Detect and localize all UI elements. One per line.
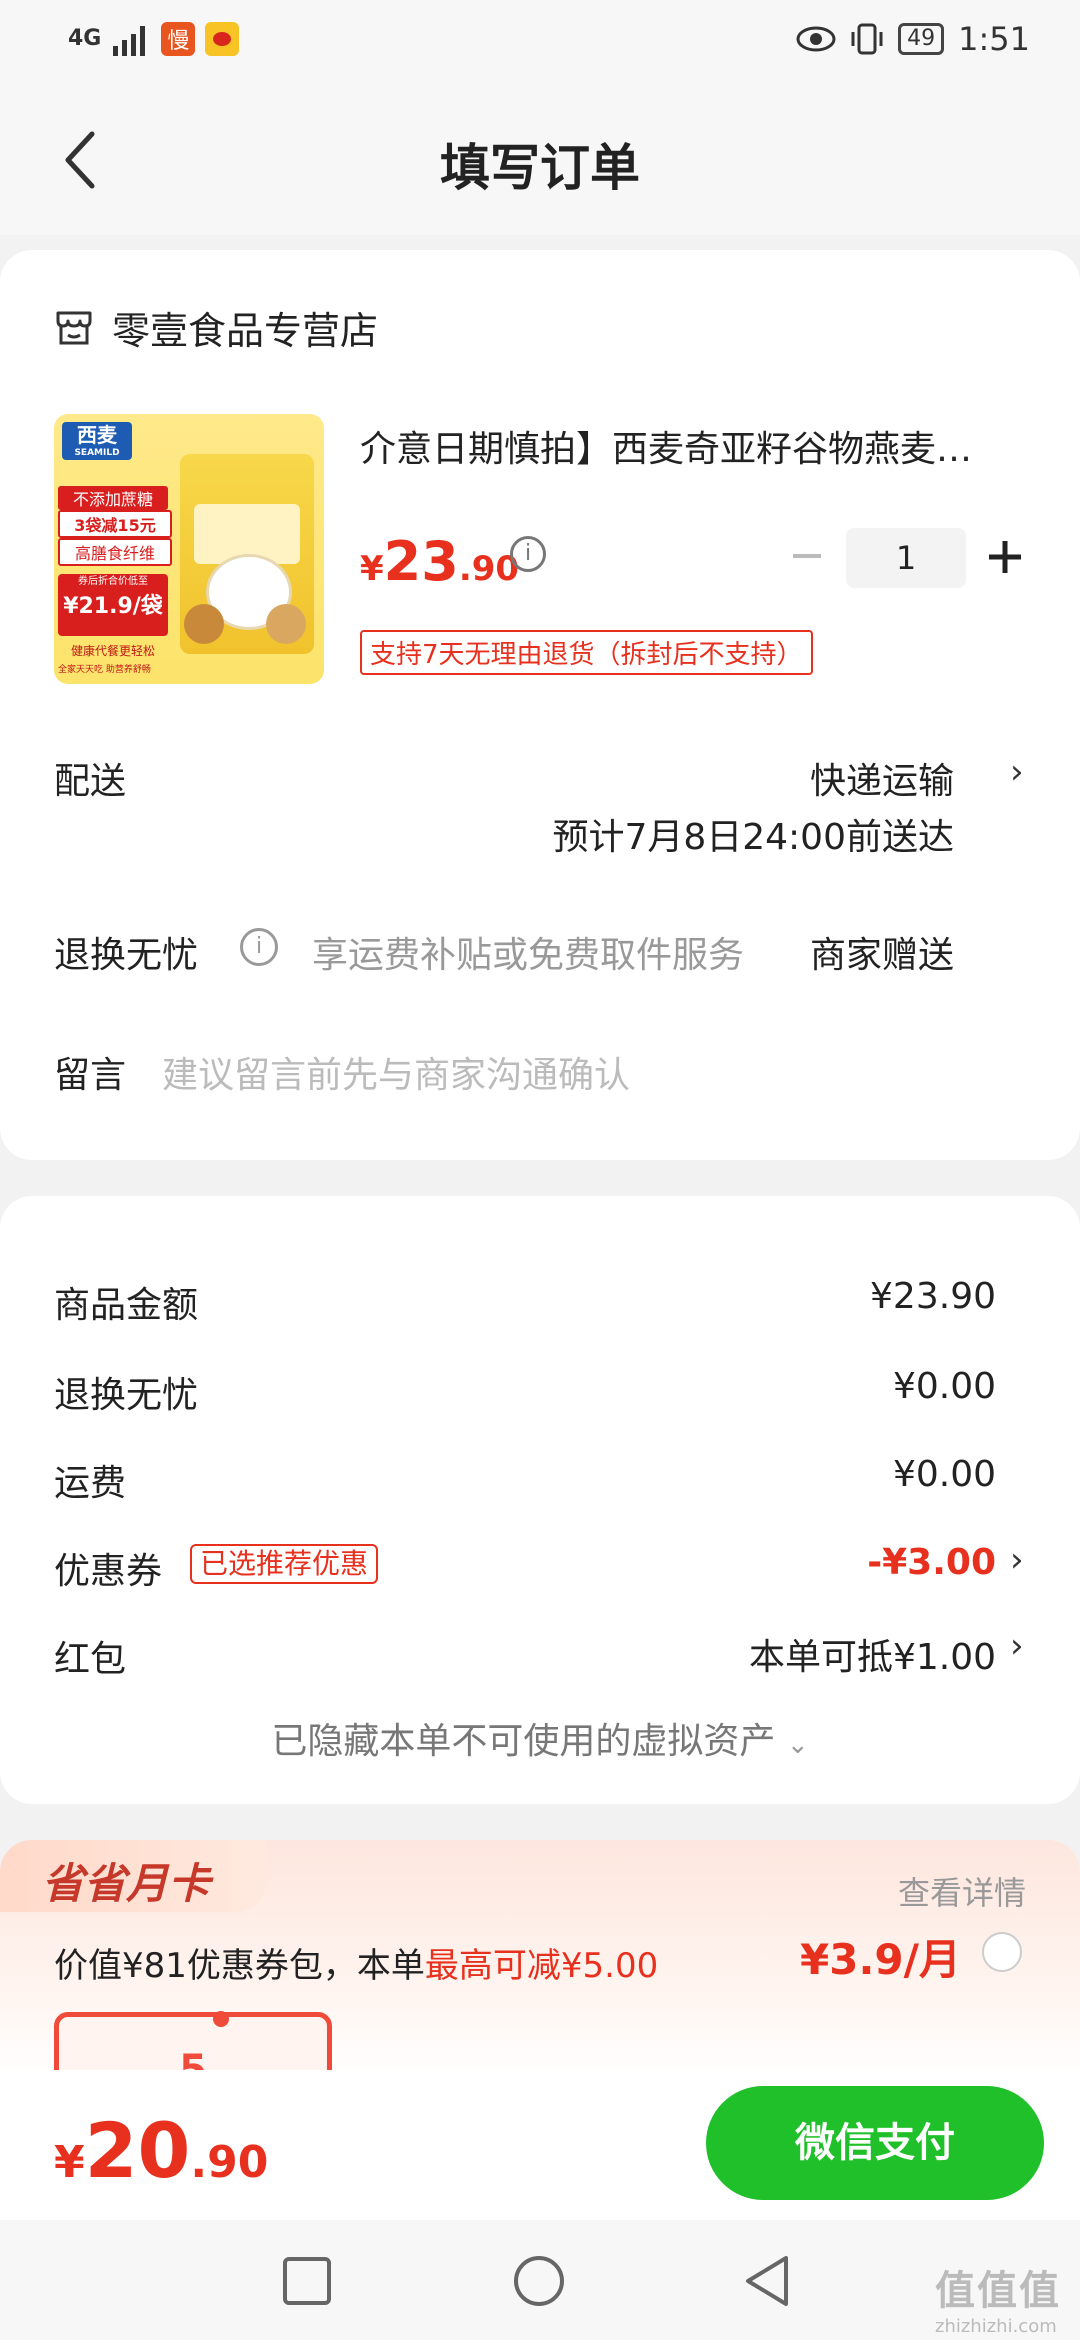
watermark-text: 值值值: [935, 2268, 1061, 2314]
price-symbol: ¥: [360, 549, 384, 589]
worry-free-desc: 享运费补贴或免费取件服务: [312, 935, 745, 976]
order-item-card: [0, 250, 1080, 1160]
thumb-footer: 全家天天吃 助营养舒畅: [58, 665, 151, 675]
decrease-quantity-button[interactable]: [790, 540, 824, 572]
brand-badge: 西麦 SEAMILD: [62, 422, 132, 460]
shipping-fee-value: ¥0.00: [892, 1454, 996, 1495]
total-integer: 20: [84, 2106, 191, 2195]
thumb-tag: 3袋减15元: [58, 510, 172, 538]
package-illustration: [180, 454, 314, 654]
thumb-tag: 不添加蔗糖: [58, 486, 168, 510]
price-info-icon[interactable]: i: [510, 536, 546, 572]
worry-free-value: 商家赠送: [809, 935, 954, 976]
hidden-assets-toggle[interactable]: 已隐藏本单不可使用的虚拟资产 ⌄: [0, 1712, 1080, 1764]
delivery-label: 配送: [54, 761, 127, 802]
message-label: 留言: [54, 1055, 127, 1096]
product-title[interactable]: 介意日期慎拍】西麦奇亚籽谷物燕麦…: [360, 420, 1040, 472]
price-integer: 23: [383, 530, 459, 593]
store-header[interactable]: 零壹食品专营店: [54, 300, 378, 355]
monthly-card-highlight: 最高可减¥5.00: [424, 1946, 659, 1986]
watermark-url: zhizhizhi.com: [935, 2316, 1057, 2337]
thumb-price: ¥21.9/袋: [63, 594, 163, 619]
message-input[interactable]: 建议留言前先与商家沟通确认: [162, 1046, 630, 1098]
coupon-selected-tag: 已选推荐优惠: [190, 1544, 379, 1584]
monthly-card-radio[interactable]: [982, 1932, 1022, 1972]
worry-free-fee-value: ¥0.00: [892, 1366, 996, 1407]
home-icon[interactable]: [512, 2254, 566, 2308]
monthly-card-desc-text: 价值¥81优惠券包，本单: [54, 1946, 425, 1986]
status-right: 49 1:51: [796, 20, 1030, 58]
recents-icon[interactable]: [282, 2256, 332, 2306]
store-name: 零壹食品专营店: [112, 309, 379, 353]
clock: 1:51: [958, 20, 1030, 58]
chevron-right-icon[interactable]: ›: [1010, 752, 1024, 792]
hidden-assets-text: 已隐藏本单不可使用的虚拟资产: [271, 1721, 776, 1762]
battery-indicator: 49: [898, 23, 945, 55]
signal-indicator: 4G: [68, 26, 102, 51]
wechat-pay-button[interactable]: 微信支付: [706, 2086, 1044, 2200]
chevron-down-icon: ⌄: [786, 1730, 809, 1760]
shipping-fee-label: 运费: [54, 1463, 127, 1504]
delivery-eta: 预计7月8日24:00前送达: [552, 817, 954, 858]
weibo-notification-icon: [205, 22, 240, 56]
chevron-right-icon[interactable]: ›: [1010, 1626, 1024, 1666]
delivery-method[interactable]: 快递运输: [810, 752, 954, 804]
red-packet-value[interactable]: 本单可抵¥1.00: [749, 1628, 996, 1680]
total-symbol: ¥: [54, 2137, 85, 2188]
coupon-label: 优惠券: [54, 1551, 163, 1592]
back-nav-icon[interactable]: [742, 2254, 792, 2308]
thumb-price-caption: 券后折合价低至: [78, 576, 148, 587]
app-notification-icon: 慢: [161, 22, 196, 56]
thumb-tag: 高膳食纤维: [58, 538, 172, 566]
store-icon: [56, 311, 92, 344]
goods-amount-value: ¥23.90: [870, 1276, 996, 1317]
status-left: 4G 慢: [68, 22, 240, 56]
chevron-right-icon[interactable]: ›: [1010, 1540, 1024, 1580]
monthly-card-logo: 省省月卡: [0, 1840, 266, 1912]
total-decimal: .90: [190, 2137, 269, 2188]
return-policy-badge: 支持7天无理由退货（拆封后不支持）: [360, 630, 813, 675]
coupon-value[interactable]: -¥3.00: [867, 1542, 996, 1583]
watermark: 值值值 zhizhizhi.com: [935, 2258, 1061, 2337]
increase-quantity-button[interactable]: [986, 538, 1024, 576]
thumb-price-badge: 券后折合价低至 ¥21.9/袋: [58, 574, 168, 636]
signal-bars-icon: [113, 26, 146, 56]
total-price: ¥ 20 .90: [54, 2106, 268, 2195]
vibrate-icon: [851, 23, 883, 55]
eye-icon: [796, 26, 836, 52]
page-title: 填写订单: [440, 139, 640, 197]
product-image[interactable]: 西麦 SEAMILD 不添加蔗糖 3袋减15元 高膳食纤维 券后折合价低至 ¥2…: [54, 414, 324, 684]
red-packet-label: 红包: [54, 1639, 127, 1680]
monthly-card-desc: 价值¥81优惠券包，本单最高可减¥5.00: [54, 1938, 658, 1987]
quantity-stepper[interactable]: 1: [846, 528, 966, 588]
monthly-card-price: ¥3.9/月: [800, 1935, 961, 1984]
worry-free-label: 退换无忧: [54, 935, 199, 976]
thumb-brand-en: SEAMILD: [74, 448, 120, 458]
info-icon[interactable]: i: [240, 928, 278, 966]
goods-amount-label: 商品金额: [54, 1285, 199, 1326]
worry-free-fee-label: 退换无忧: [54, 1375, 199, 1416]
view-details-link[interactable]: 查看详情: [898, 1868, 1026, 1914]
product-price: ¥ 23 .90: [360, 530, 519, 593]
thumb-brand: 西麦: [77, 423, 117, 447]
thumb-tag: 健康代餐更轻松: [70, 644, 155, 658]
